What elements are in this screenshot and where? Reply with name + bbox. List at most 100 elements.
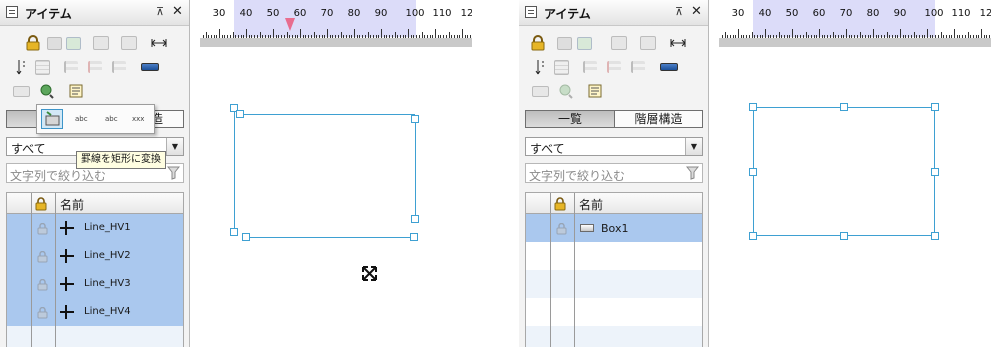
ruler-tick — [856, 35, 858, 38]
lock-icon[interactable] — [37, 250, 48, 266]
bring-front-icon[interactable] — [64, 34, 82, 52]
resize-handle[interactable] — [931, 232, 939, 240]
line-hv3[interactable] — [247, 237, 415, 238]
resize-handle[interactable] — [749, 232, 757, 240]
line-style-icon[interactable] — [660, 58, 678, 76]
pin-icon[interactable]: ⊼ — [156, 5, 164, 18]
ruler-tick — [378, 35, 380, 38]
ruler-tick — [205, 32, 207, 38]
abc-icon[interactable]: abc — [71, 109, 93, 129]
align-icon[interactable] — [581, 58, 599, 76]
line-hv2[interactable] — [415, 119, 416, 219]
item-group-icon[interactable] — [92, 34, 110, 52]
align-icon-2[interactable] — [86, 58, 104, 76]
abc-icon-2[interactable]: abc — [101, 109, 123, 129]
ruler-tick — [840, 35, 842, 38]
horizontal-spacing-icon[interactable] — [669, 34, 687, 52]
filter-funnel-icon[interactable] — [685, 166, 700, 183]
resize-handle[interactable] — [931, 168, 939, 176]
ruler-tick — [972, 35, 974, 38]
item-ungroup-icon[interactable] — [639, 34, 657, 52]
vertical-spacing-icon[interactable] — [531, 58, 549, 76]
search-input[interactable]: 文字列で絞り込む — [525, 163, 703, 183]
list-item[interactable]: Line_HV4 — [7, 298, 183, 326]
line-icon — [60, 305, 74, 319]
ruler-position-marker[interactable] — [285, 18, 295, 31]
align-icon-2[interactable] — [605, 58, 623, 76]
list-item[interactable]: Box1 — [526, 214, 702, 242]
horizontal-spacing-icon[interactable] — [150, 34, 168, 52]
resize-handle[interactable] — [840, 103, 848, 111]
resize-handle[interactable] — [749, 103, 757, 111]
resize-handle[interactable] — [411, 215, 419, 223]
filter-funnel-icon[interactable] — [166, 166, 181, 183]
resize-handle[interactable] — [749, 168, 757, 176]
item-ungroup-icon[interactable] — [120, 34, 138, 52]
xxx-icon[interactable]: xxx — [129, 109, 151, 129]
vertical-spacing-icon[interactable] — [12, 58, 30, 76]
ruler-tick — [451, 35, 453, 38]
line-hv1[interactable] — [240, 114, 415, 115]
lock-icon[interactable] — [529, 34, 547, 52]
list-item[interactable]: Line_HV2 — [7, 242, 183, 270]
resize-handle[interactable] — [236, 110, 244, 118]
box1-shape[interactable] — [753, 107, 935, 236]
ruler-tick — [297, 35, 299, 38]
resize-handle[interactable] — [931, 103, 939, 111]
convert-shape-icon[interactable] — [38, 82, 56, 100]
list-item[interactable]: Line_HV3 — [7, 270, 183, 298]
panel-menu-icon[interactable] — [6, 6, 18, 18]
align-icon[interactable] — [62, 58, 80, 76]
panel-menu-icon[interactable] — [525, 6, 537, 18]
close-icon[interactable]: ✕ — [172, 4, 183, 19]
lock-icon[interactable] — [37, 278, 48, 294]
convert-to-rect-icon[interactable] — [41, 109, 63, 129]
resize-handle[interactable] — [840, 232, 848, 240]
ruler-tick — [756, 35, 758, 38]
resize-handle[interactable] — [242, 233, 250, 241]
filter-select[interactable]: すべて ▼ — [525, 137, 703, 156]
bring-front-icon[interactable] — [575, 34, 593, 52]
resize-handle[interactable] — [411, 115, 419, 123]
lock-icon[interactable] — [37, 222, 48, 238]
ruler-tick — [318, 35, 320, 38]
ruler-tick — [259, 32, 261, 38]
convert-line-icon[interactable] — [531, 82, 549, 100]
align-icon-3[interactable] — [629, 58, 647, 76]
pin-icon[interactable]: ⊼ — [675, 5, 683, 18]
send-back-icon[interactable] — [45, 34, 63, 52]
convert-line-icon[interactable] — [12, 82, 30, 100]
list-item[interactable]: Line_HV1 — [7, 214, 183, 242]
align-icon-3[interactable] — [110, 58, 128, 76]
properties-icon[interactable] — [586, 82, 604, 100]
resize-handle[interactable] — [410, 233, 418, 241]
lock-icon[interactable] — [24, 34, 42, 52]
close-icon[interactable]: ✕ — [691, 4, 702, 19]
resize-handle[interactable] — [230, 228, 238, 236]
item-group-icon[interactable] — [610, 34, 628, 52]
ruler-tick — [945, 35, 947, 38]
ruler-tick — [462, 29, 463, 38]
ruler-tick — [875, 35, 877, 38]
line-hv4[interactable] — [234, 108, 235, 232]
ruler-tick — [910, 35, 912, 38]
table-icon[interactable] — [33, 58, 51, 76]
ruler-tick — [891, 35, 893, 38]
table-icon[interactable] — [552, 58, 570, 76]
chevron-down-icon[interactable]: ▼ — [685, 138, 702, 155]
tab-list[interactable]: 一覧 — [525, 110, 615, 128]
lock-icon[interactable] — [556, 222, 567, 238]
line-style-icon[interactable] — [141, 58, 159, 76]
convert-shape-icon[interactable] — [557, 82, 575, 100]
chevron-down-icon[interactable]: ▼ — [166, 138, 183, 155]
properties-icon[interactable] — [67, 82, 85, 100]
item-name: Line_HV2 — [84, 250, 131, 261]
item-list: 名前 Box1 — [525, 192, 703, 347]
horizontal-ruler[interactable]: 30 40 50 60 70 80 90 100 110 12 — [200, 0, 472, 47]
lock-icon[interactable] — [37, 306, 48, 322]
tab-hierarchy[interactable]: 階層構造 — [614, 110, 703, 128]
send-back-icon[interactable] — [555, 34, 573, 52]
ruler-tick — [421, 32, 423, 38]
horizontal-ruler[interactable]: 30 40 50 60 70 80 90 100 110 12 — [719, 0, 991, 47]
ruler-tick — [397, 35, 399, 38]
